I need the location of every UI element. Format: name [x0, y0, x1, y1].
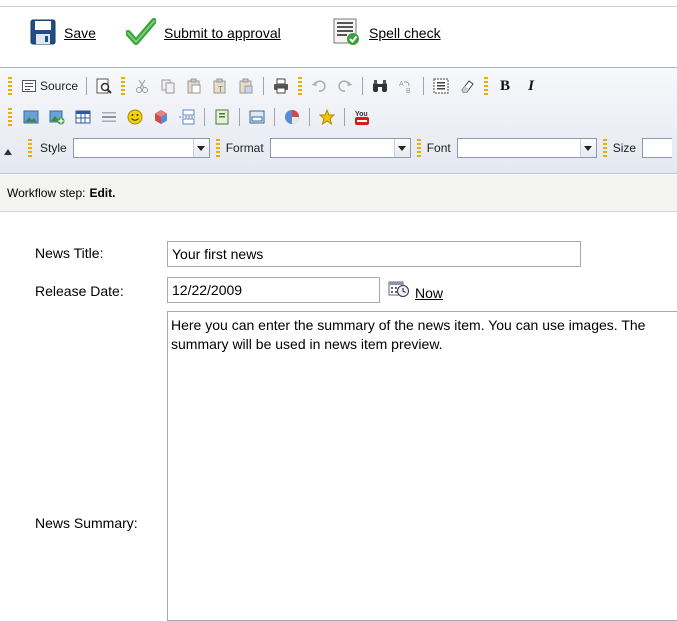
- insert-media-icon[interactable]: [46, 106, 68, 128]
- smiley-icon[interactable]: [124, 106, 146, 128]
- toolbar-separator: [86, 77, 88, 95]
- format-label: Format: [225, 141, 264, 155]
- spell-check-label: Spell check: [369, 25, 441, 41]
- now-link[interactable]: Now: [415, 285, 443, 301]
- undo-icon[interactable]: [308, 75, 330, 97]
- toolbar-grip: [416, 139, 421, 157]
- toolbar-grip: [121, 77, 126, 95]
- insert-poll-icon[interactable]: [281, 106, 303, 128]
- svg-text:B: B: [406, 88, 411, 94]
- submit-to-approval-button[interactable]: Submit to approval: [125, 17, 281, 49]
- collapse-toolbar-toggle[interactable]: [4, 149, 12, 155]
- chevron-down-icon: [579, 139, 596, 157]
- paste-word-icon[interactable]: [235, 75, 257, 97]
- format-dropdown[interactable]: [269, 138, 411, 158]
- toolbar-grip: [298, 77, 303, 95]
- toolbar-separator: [204, 108, 205, 126]
- toolbar-grip: [8, 77, 12, 95]
- insert-link-icon[interactable]: [246, 106, 268, 128]
- font-label: Font: [426, 141, 451, 155]
- toolbar-grip: [484, 77, 489, 95]
- release-date-label: Release Date:: [35, 283, 124, 299]
- source-button[interactable]: Source: [18, 75, 82, 97]
- spell-check-icon: [333, 18, 361, 49]
- source-icon: [22, 80, 36, 92]
- toolbar-grip: [28, 139, 32, 157]
- toolbar-separator: [309, 108, 310, 126]
- style-dropdown[interactable]: [72, 138, 210, 158]
- format-value: [271, 139, 394, 157]
- top-divider: [0, 6, 677, 7]
- chevron-down-icon: [393, 139, 410, 157]
- editor-toolbar: Source T A B B I You Style Format Font S…: [0, 67, 677, 174]
- horizontal-rule-icon[interactable]: [98, 106, 120, 128]
- size-value: [643, 139, 672, 157]
- youtube-label: You: [355, 111, 368, 118]
- action-bar: Save Submit to approval Spell check: [0, 8, 677, 60]
- toolbar-grip: [215, 139, 220, 157]
- redo-icon[interactable]: [334, 75, 356, 97]
- size-label: Size: [612, 141, 637, 155]
- workflow-status: Workflow step: Edit.: [0, 175, 677, 212]
- inline-widget-icon[interactable]: [211, 106, 233, 128]
- toolbar-separator: [344, 108, 345, 126]
- toolbar-separator: [423, 77, 425, 95]
- toolbar-row-3: Style Format Font Size: [28, 137, 673, 159]
- svg-text:T: T: [218, 85, 223, 94]
- toolbar-separator: [239, 108, 240, 126]
- select-all-icon[interactable]: [430, 75, 452, 97]
- toolbar-grip: [602, 139, 607, 157]
- paste-text-icon[interactable]: T: [209, 75, 231, 97]
- font-value: [458, 139, 580, 157]
- source-label: Source: [40, 79, 79, 93]
- chevron-down-icon: [192, 139, 209, 157]
- workflow-label: Workflow step:: [7, 186, 86, 200]
- page-break-icon[interactable]: [176, 106, 198, 128]
- submit-to-approval-label: Submit to approval: [164, 25, 281, 41]
- star-icon[interactable]: [316, 106, 338, 128]
- toolbar-separator: [263, 77, 265, 95]
- table-icon[interactable]: [72, 106, 94, 128]
- replace-icon[interactable]: AB: [395, 75, 417, 97]
- news-summary-label: News Summary:: [35, 515, 138, 531]
- spell-check-button[interactable]: Spell check: [333, 18, 441, 48]
- release-date-input[interactable]: [167, 277, 380, 303]
- remove-format-icon[interactable]: [456, 75, 478, 97]
- font-dropdown[interactable]: [456, 138, 597, 158]
- paste-icon[interactable]: [183, 75, 205, 97]
- find-icon[interactable]: [369, 75, 391, 97]
- news-title-input[interactable]: [167, 241, 581, 267]
- toolbar-separator: [274, 108, 275, 126]
- youtube-icon[interactable]: You: [351, 106, 373, 128]
- checkmark-icon: [125, 17, 157, 49]
- toolbar-row-1: Source T A B B I: [8, 75, 544, 97]
- toolbar-grip: [8, 108, 12, 126]
- news-title-label: News Title:: [35, 245, 104, 261]
- bold-button[interactable]: B: [494, 75, 516, 97]
- cut-icon[interactable]: [131, 75, 153, 97]
- print-icon[interactable]: [270, 75, 292, 97]
- italic-button[interactable]: I: [520, 75, 542, 97]
- calendar-icon[interactable]: [388, 279, 410, 299]
- style-label: Style: [40, 141, 67, 155]
- style-value: [74, 139, 193, 157]
- save-button[interactable]: Save: [30, 18, 96, 48]
- special-char-icon[interactable]: [150, 106, 172, 128]
- preview-icon[interactable]: [93, 75, 115, 97]
- floppy-disk-icon: [30, 19, 56, 48]
- workflow-step: Edit.: [89, 186, 116, 200]
- copy-icon[interactable]: [157, 75, 179, 97]
- toolbar-row-2: You: [8, 106, 375, 128]
- insert-image-icon[interactable]: [20, 106, 42, 128]
- news-summary-textarea[interactable]: Here you can enter the summary of the ne…: [167, 311, 677, 621]
- svg-text:A: A: [399, 81, 404, 88]
- save-label: Save: [64, 25, 96, 41]
- size-dropdown[interactable]: [642, 138, 673, 158]
- toolbar-separator: [362, 77, 364, 95]
